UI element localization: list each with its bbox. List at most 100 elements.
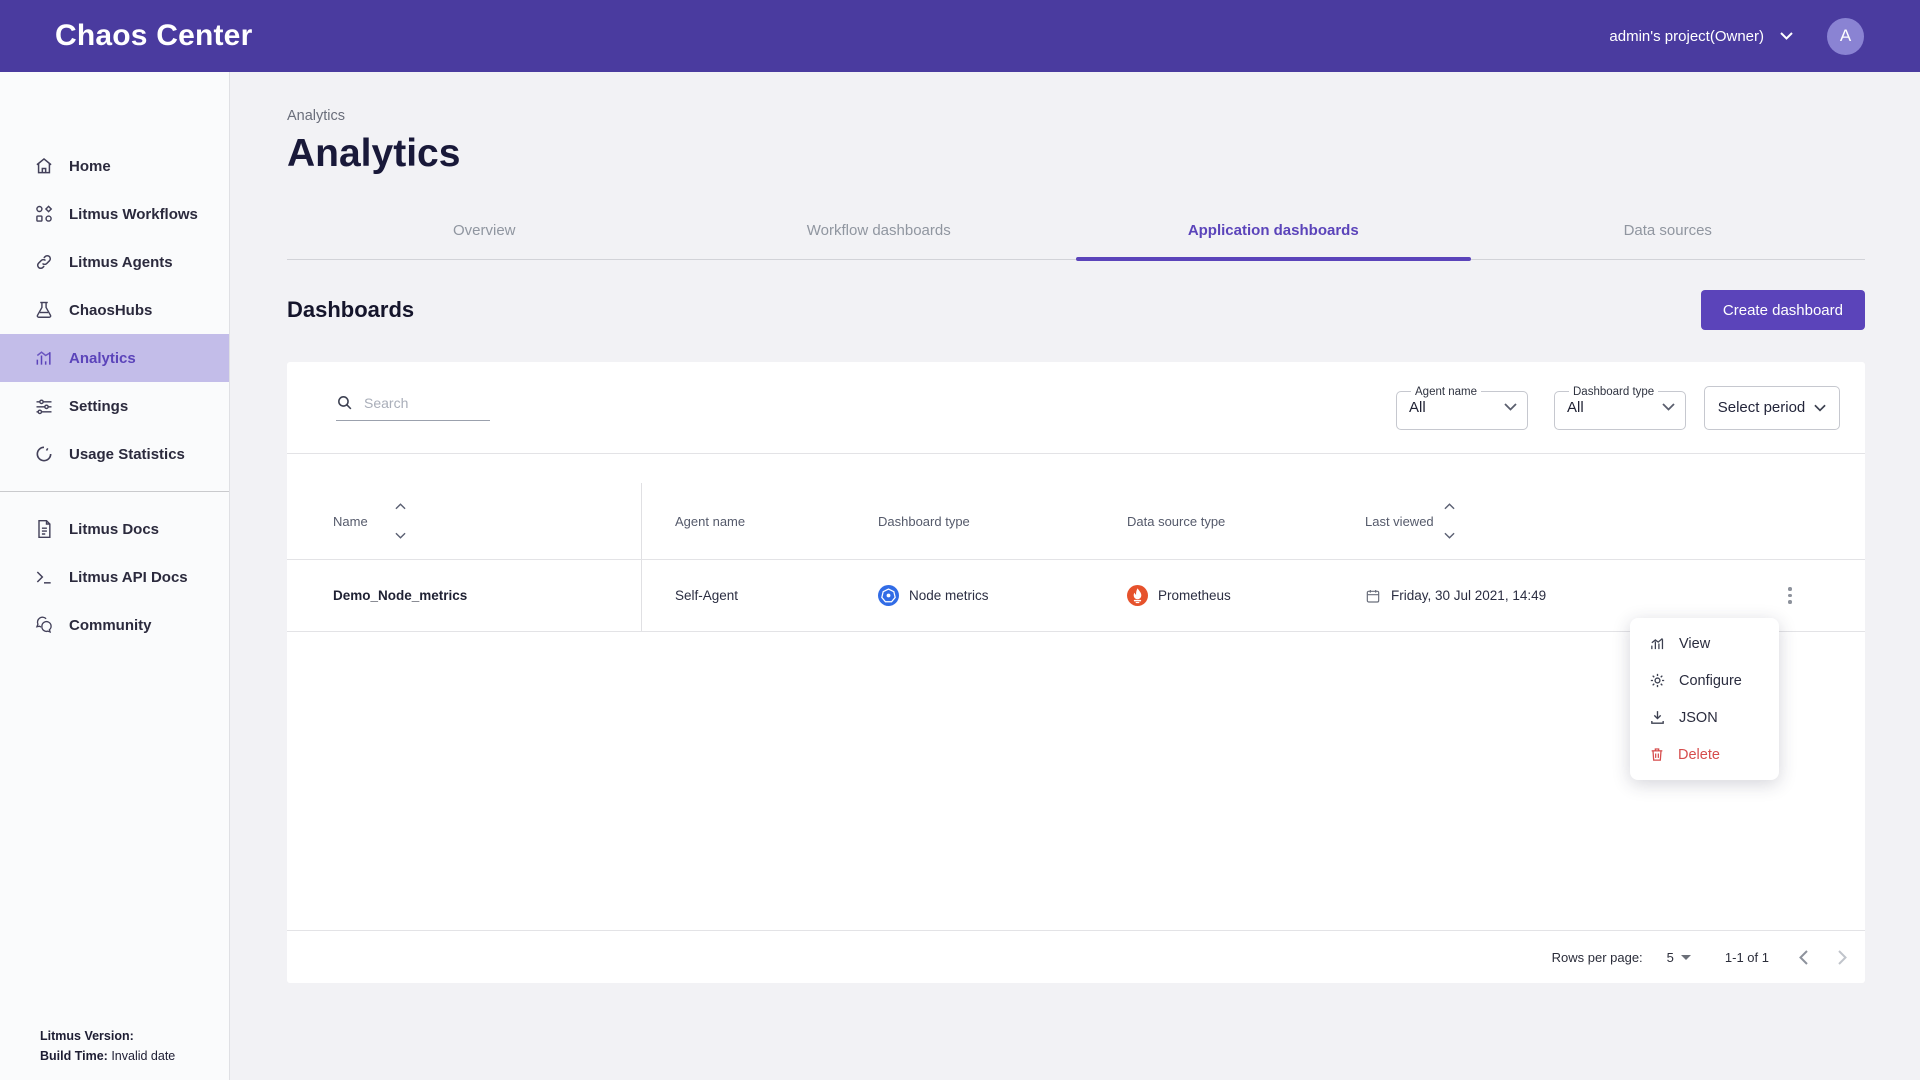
build-time-value: Invalid date [111,1049,175,1063]
tab-data-sources[interactable]: Data sources [1471,202,1866,259]
workflows-icon [33,203,55,225]
download-icon [1649,709,1666,726]
search-input[interactable] [364,395,474,411]
sidebar-item-label: Analytics [69,350,136,367]
sidebar-item-chaoshubs[interactable]: ChaosHubs [0,286,229,334]
cell-name: Demo_Node_metrics [287,560,642,631]
tab-workflow-dashboards[interactable]: Workflow dashboards [682,202,1077,259]
sort-asc-last-viewed-button[interactable] [1444,503,1455,510]
sort-desc-name-button[interactable] [395,532,406,539]
brand-title: Chaos Center [55,19,252,53]
dashboard-type-value: All [1567,399,1584,416]
sort-desc-last-viewed-button[interactable] [1444,532,1455,539]
chevron-down-icon [1814,404,1826,412]
cell-agent-name: Self-Agent [642,588,845,603]
sidebar-item-label: Litmus Agents [69,254,173,271]
row-context-menu: View Configure JSON Delete [1630,618,1779,780]
page-title: Analytics [287,132,1865,176]
menu-item-json[interactable]: JSON [1630,699,1779,736]
avatar-letter: A [1840,26,1851,46]
previous-page-button[interactable] [1799,950,1808,965]
project-selector-label: admin's project(Owner) [1609,28,1764,45]
sidebar-item-litmus-docs[interactable]: Litmus Docs [0,505,229,553]
sidebar-item-litmus-agents[interactable]: Litmus Agents [0,238,229,286]
pagination-bar: Rows per page: 5 1-1 of 1 [287,930,1865,983]
sidebar-item-home[interactable]: Home [0,142,229,190]
version-info: Litmus Version: Build Time: Invalid date [40,1027,175,1066]
chevron-down-icon [1504,403,1517,411]
column-label: Agent name [675,514,745,529]
menu-item-configure[interactable]: Configure [1630,662,1779,699]
sidebar-item-label: ChaosHubs [69,302,152,319]
sidebar-item-litmus-api-docs[interactable]: Litmus API Docs [0,553,229,601]
tab-overview[interactable]: Overview [287,202,682,259]
breadcrumb: Analytics [287,108,1865,124]
select-period-button[interactable]: Select period [1704,386,1840,430]
chevron-down-icon [1662,403,1675,411]
node-metrics-icon [878,585,899,606]
pie-chart-icon [33,443,55,465]
home-icon [33,155,55,177]
sidebar-item-analytics[interactable]: Analytics [0,334,229,382]
next-page-button[interactable] [1838,950,1847,965]
cell-data-source-type: Prometheus [1094,585,1332,606]
sidebar-item-label: Community [69,617,152,634]
column-header-agent-name: Agent name [642,514,845,529]
agent-name-value: All [1409,399,1426,416]
tab-bar: Overview Workflow dashboards Application… [287,202,1865,260]
create-dashboard-button[interactable]: Create dashboard [1701,290,1865,330]
menu-item-view[interactable]: View [1630,625,1779,662]
sidebar-item-usage-statistics[interactable]: Usage Statistics [0,430,229,478]
document-icon [33,518,55,540]
dashboard-type-select[interactable]: Dashboard type All [1554,386,1686,430]
menu-item-label: Delete [1678,747,1720,763]
agent-name-select[interactable]: Agent name All [1396,386,1528,430]
gear-icon [1649,672,1666,689]
filters-row: Agent name All Dashboard type All [287,362,1865,454]
sidebar-item-label: Usage Statistics [69,446,185,463]
last-viewed-text: Friday, 30 Jul 2021, 14:49 [1391,588,1546,603]
column-header-data-source-type: Data source type [1094,514,1332,529]
menu-item-label: View [1679,636,1710,652]
row-menu-button[interactable] [1777,583,1803,609]
dashboards-card: Agent name All Dashboard type All [287,362,1865,983]
tab-application-dashboards[interactable]: Application dashboards [1076,202,1471,259]
column-header-last-viewed: Last viewed [1332,503,1732,539]
table-header: Name Agent name Dashboard type Data sour… [287,483,1865,560]
project-selector[interactable]: admin's project(Owner) [1609,28,1793,45]
column-label: Name [333,514,368,529]
sidebar-item-litmus-workflows[interactable]: Litmus Workflows [0,190,229,238]
rows-per-page-select[interactable]: 5 [1667,950,1691,965]
column-label: Last viewed [1365,514,1434,529]
menu-item-delete[interactable]: Delete [1630,736,1779,773]
litmus-version-label: Litmus Version: [40,1029,134,1043]
chevron-down-icon [1780,32,1793,40]
table-row: Demo_Node_metrics Self-Agent Node metric… [287,560,1865,632]
rows-per-page-label: Rows per page: [1552,950,1643,965]
rows-per-page-value: 5 [1667,950,1674,965]
sidebar-item-settings[interactable]: Settings [0,382,229,430]
cell-dashboard-type: Node metrics [845,585,1094,606]
sort-asc-name-button[interactable] [395,503,406,510]
filter-controls: Agent name All Dashboard type All [1396,386,1840,430]
dashboard-type-label: Dashboard type [1569,386,1658,398]
select-period-label: Select period [1718,399,1806,416]
sidebar-item-label: Litmus Docs [69,521,159,538]
header-right: admin's project(Owner) A [1609,18,1864,55]
prometheus-icon [1127,585,1148,606]
main-content: Analytics Analytics Overview Workflow da… [230,72,1920,1080]
build-time-label: Build Time: [40,1049,108,1063]
chat-icon [33,614,55,636]
avatar[interactable]: A [1827,18,1864,55]
bar-chart-icon [33,347,55,369]
column-label: Data source type [1127,514,1225,529]
agent-name-label: Agent name [1411,386,1481,398]
sidebar-item-label: Litmus API Docs [69,569,188,586]
app-header: Chaos Center admin's project(Owner) A [0,0,1920,72]
dashboard-type-text: Node metrics [909,588,989,603]
sidebar-item-community[interactable]: Community [0,601,229,649]
calendar-icon [1365,588,1381,604]
cell-actions [1732,583,1865,609]
link-icon [33,251,55,273]
sidebar-item-label: Litmus Workflows [69,206,198,223]
